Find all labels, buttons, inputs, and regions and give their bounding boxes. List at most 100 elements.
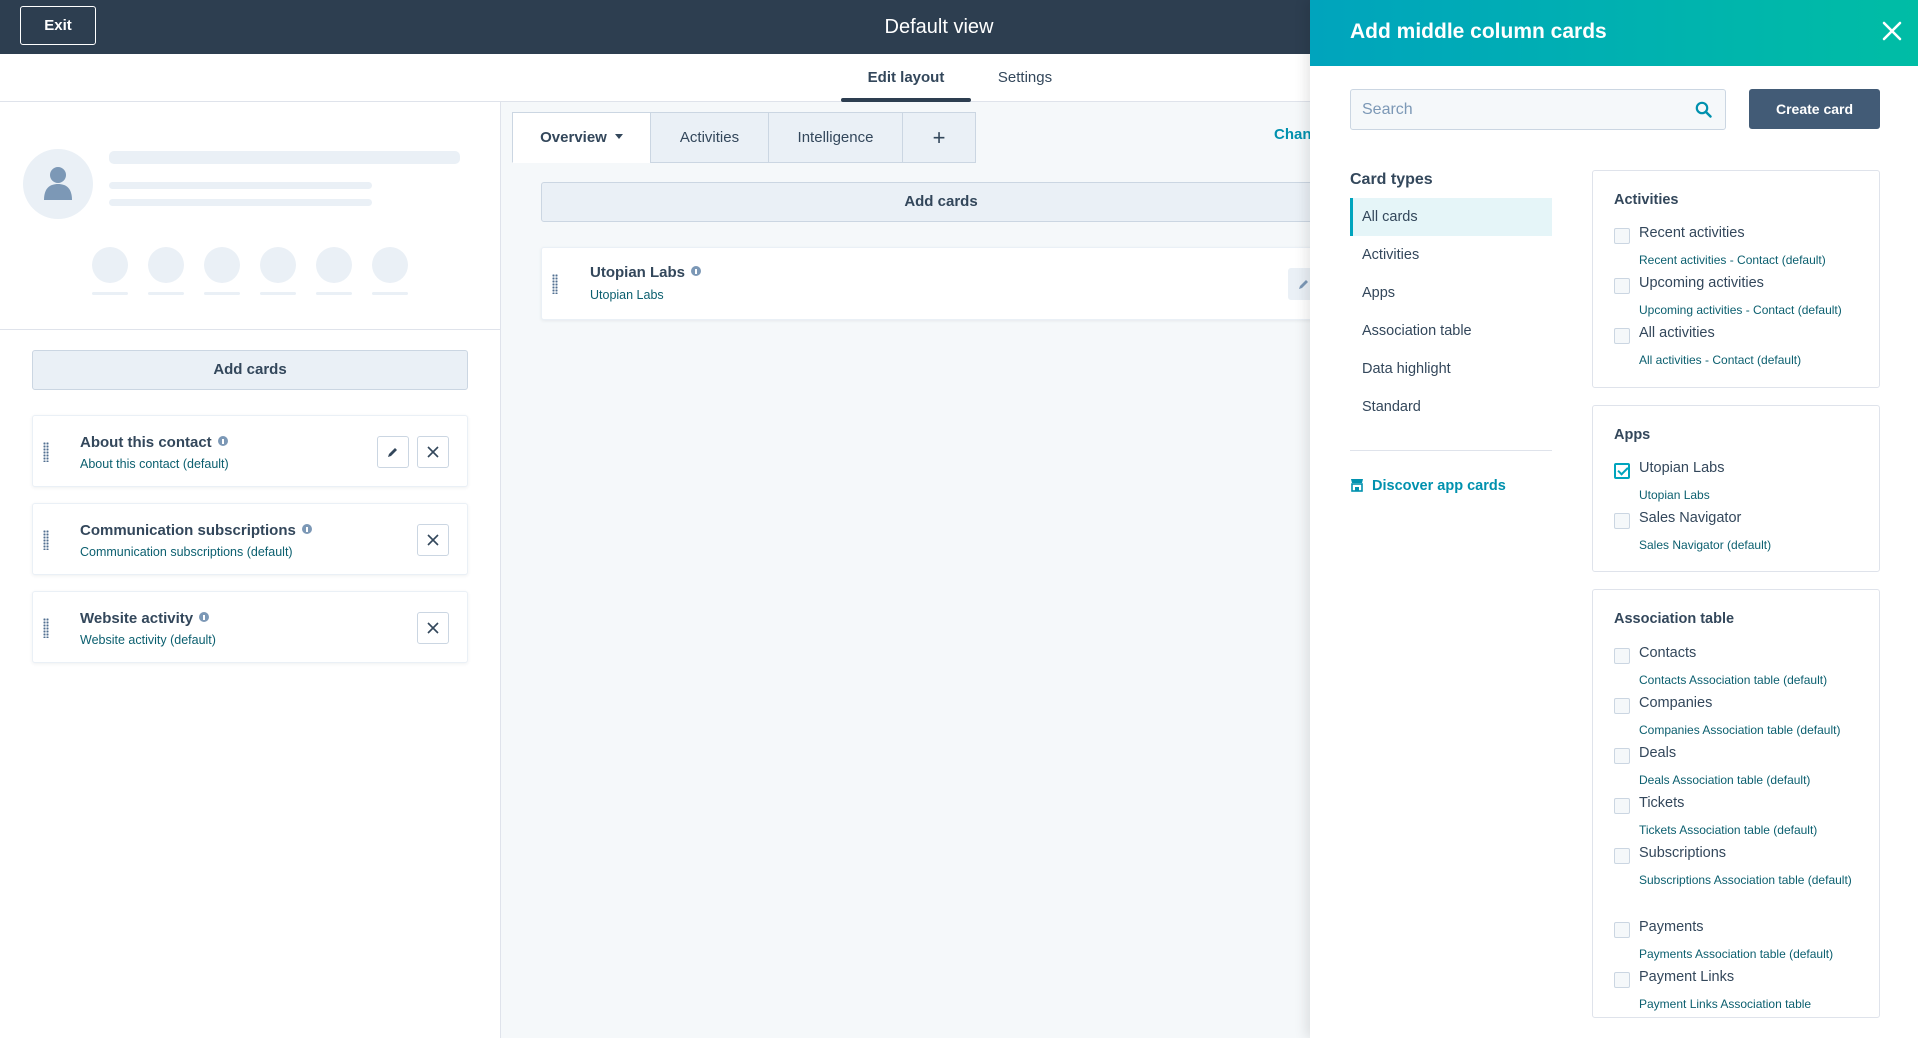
- option-subtitle: Utopian Labs: [1639, 488, 1710, 502]
- search-field: [1350, 89, 1726, 130]
- option-subtitle: Tickets Association table (default): [1639, 823, 1818, 837]
- checkbox-checked[interactable]: [1614, 463, 1630, 479]
- action-placeholder: [260, 247, 296, 295]
- checkbox[interactable]: [1614, 278, 1630, 294]
- checkbox[interactable]: [1614, 228, 1630, 244]
- option-recent-activities[interactable]: Recent activities Recent activities - Co…: [1614, 225, 1876, 271]
- panel-header: Add middle column cards: [1310, 0, 1918, 66]
- card-subtitle: About this contact (default): [80, 457, 229, 471]
- info-icon[interactable]: [691, 266, 702, 276]
- discover-label: Discover app cards: [1372, 478, 1506, 494]
- profile-preview: [0, 102, 500, 330]
- checkbox[interactable]: [1614, 698, 1630, 714]
- skeleton-line: [109, 182, 372, 189]
- option-utopian-labs[interactable]: Utopian Labs Utopian Labs: [1614, 460, 1876, 506]
- tab-settings[interactable]: Settings: [990, 54, 1060, 102]
- person-icon: [44, 167, 72, 200]
- option-deals[interactable]: Deals Deals Association table (default): [1614, 745, 1876, 791]
- drag-handle-icon[interactable]: [43, 618, 49, 638]
- info-icon[interactable]: [301, 524, 312, 534]
- group-apps: Apps Utopian Labs Utopian Labs Sales Nav…: [1592, 405, 1880, 572]
- option-label: Subscriptions: [1639, 845, 1727, 861]
- avatar: [23, 149, 93, 219]
- info-icon[interactable]: [199, 612, 210, 622]
- option-sales-navigator[interactable]: Sales Navigator Sales Navigator (default…: [1614, 510, 1876, 556]
- tab-overview[interactable]: Overview: [512, 112, 651, 163]
- card-title-text: About this contact: [80, 434, 212, 451]
- add-cards-button-middle[interactable]: Add cards: [541, 182, 1341, 222]
- card-type-standard[interactable]: Standard: [1350, 388, 1552, 426]
- search-icon[interactable]: [1695, 101, 1712, 118]
- option-companies[interactable]: Companies Companies Association table (d…: [1614, 695, 1876, 741]
- checkbox[interactable]: [1614, 848, 1630, 864]
- remove-card-button[interactable]: [417, 524, 449, 556]
- drag-handle-icon[interactable]: [43, 442, 49, 462]
- change-link[interactable]: Chan: [1274, 126, 1312, 143]
- remove-card-button[interactable]: [417, 612, 449, 644]
- info-icon[interactable]: [217, 436, 228, 446]
- group-title: Apps: [1614, 427, 1651, 443]
- skeleton-line: [109, 151, 460, 164]
- option-subtitle: Payment Links Association table: [1639, 997, 1812, 1011]
- discover-app-cards-link[interactable]: Discover app cards: [1350, 478, 1506, 494]
- option-tickets[interactable]: Tickets Tickets Association table (defau…: [1614, 795, 1876, 841]
- card-types-heading: Card types: [1350, 171, 1433, 188]
- middle-tabs: Overview Activities Intelligence +: [512, 112, 976, 163]
- card-title: About this contact: [80, 434, 228, 451]
- action-placeholder: [316, 247, 352, 295]
- option-upcoming-activities[interactable]: Upcoming activities Upcoming activities …: [1614, 275, 1876, 321]
- option-all-activities[interactable]: All activities All activities - Contact …: [1614, 325, 1876, 371]
- card-type-apps[interactable]: Apps: [1350, 274, 1552, 312]
- card-type-association-table[interactable]: Association table: [1350, 312, 1552, 350]
- add-cards-button-left[interactable]: Add cards: [32, 350, 468, 390]
- middle-card-utopian-labs: Utopian Labs Utopian Labs: [541, 247, 1341, 320]
- left-column: Add cards About this contact About this …: [0, 102, 501, 1038]
- pencil-icon: [388, 448, 397, 457]
- card-type-activities[interactable]: Activities: [1350, 236, 1552, 274]
- group-activities: Activities Recent activities Recent acti…: [1592, 170, 1880, 388]
- checkbox[interactable]: [1614, 798, 1630, 814]
- checkbox[interactable]: [1614, 922, 1630, 938]
- tab-activities[interactable]: Activities: [650, 112, 769, 163]
- tab-overview-label: Overview: [540, 129, 607, 146]
- checkbox[interactable]: [1614, 328, 1630, 344]
- card-subtitle: Communication subscriptions (default): [80, 545, 293, 559]
- card-type-all-cards[interactable]: All cards: [1350, 198, 1552, 236]
- option-payments[interactable]: Payments Payments Association table (def…: [1614, 919, 1876, 965]
- remove-card-button[interactable]: [417, 436, 449, 468]
- card-type-data-highlight[interactable]: Data highlight: [1350, 350, 1552, 388]
- option-subscriptions[interactable]: Subscriptions Subscriptions Association …: [1614, 845, 1876, 915]
- x-icon: [427, 446, 439, 458]
- option-payment-links[interactable]: Payment Links Payment Links Association …: [1614, 969, 1876, 1015]
- add-cards-panel: Add middle column cards Create card Card…: [1310, 0, 1918, 1038]
- skeleton-line: [109, 199, 372, 206]
- option-label: Sales Navigator: [1639, 510, 1742, 526]
- close-icon[interactable]: [1880, 19, 1904, 43]
- edit-card-button[interactable]: [377, 436, 409, 468]
- add-tab-button[interactable]: +: [902, 112, 976, 163]
- group-title: Association table: [1614, 611, 1735, 627]
- create-card-button[interactable]: Create card: [1749, 89, 1880, 129]
- group-association-table: Association table Contacts Contacts Asso…: [1592, 589, 1880, 1018]
- drag-handle-icon[interactable]: [552, 274, 558, 294]
- tab-edit-layout[interactable]: Edit layout: [841, 54, 971, 102]
- option-subtitle: Contacts Association table (default): [1639, 673, 1828, 687]
- card-title-text: Communication subscriptions: [80, 522, 296, 539]
- option-contacts[interactable]: Contacts Contacts Association table (def…: [1614, 645, 1876, 691]
- card-title: Utopian Labs: [590, 264, 702, 281]
- card-subtitle: Utopian Labs: [590, 288, 664, 302]
- divider: [1350, 450, 1552, 451]
- checkbox[interactable]: [1614, 748, 1630, 764]
- option-subtitle: Recent activities - Contact (default): [1639, 253, 1826, 267]
- card-title: Website activity: [80, 610, 210, 627]
- checkbox[interactable]: [1614, 972, 1630, 988]
- card-subtitle: Website activity (default): [80, 633, 216, 647]
- search-input[interactable]: [1351, 90, 1681, 129]
- action-placeholder: [372, 247, 408, 295]
- x-icon: [427, 534, 439, 546]
- checkbox[interactable]: [1614, 648, 1630, 664]
- checkbox[interactable]: [1614, 513, 1630, 529]
- tab-intelligence[interactable]: Intelligence: [768, 112, 903, 163]
- action-placeholder: [204, 247, 240, 295]
- drag-handle-icon[interactable]: [43, 530, 49, 550]
